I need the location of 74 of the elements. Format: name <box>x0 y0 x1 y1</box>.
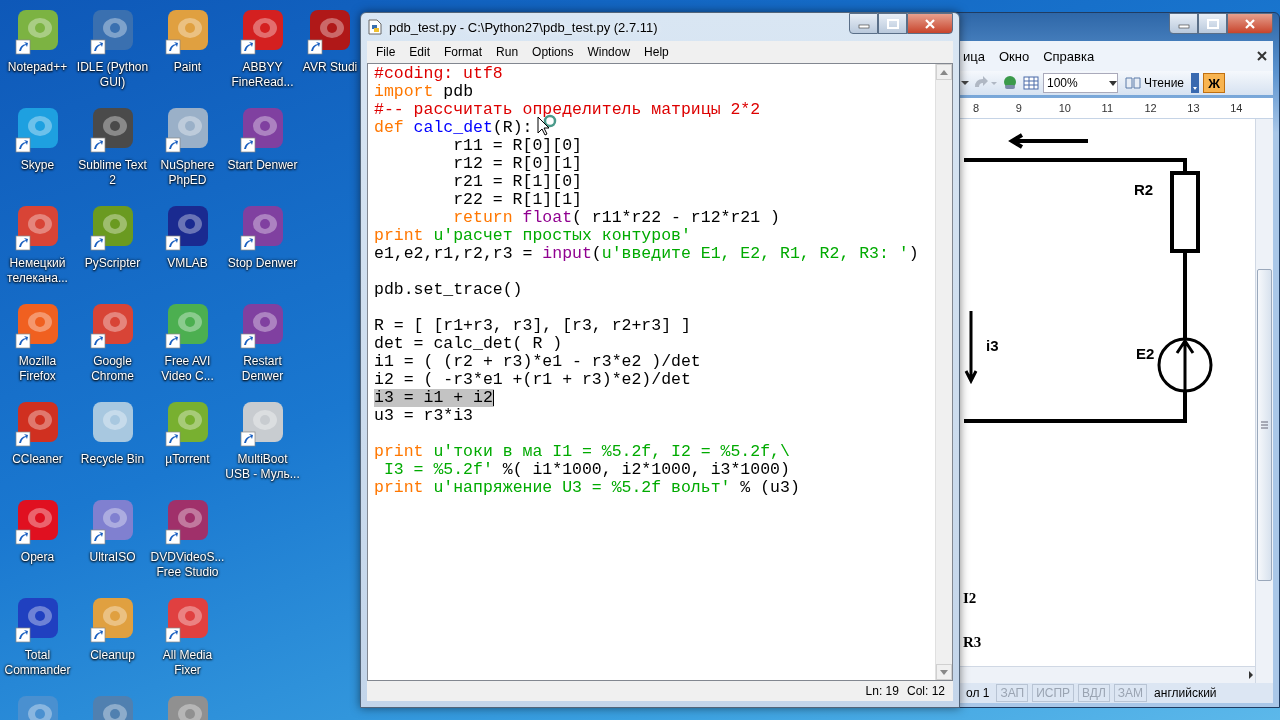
maximize-button[interactable] <box>1198 13 1227 34</box>
code-line: print u'расчет простых контуров' <box>374 227 691 245</box>
close-icon <box>1244 18 1256 29</box>
code-line: print u'напряжение U3 = %5.2f вольт' % (u3) <box>374 479 800 497</box>
diagram-label: R2 <box>1134 181 1154 198</box>
code-line: return float( r11*r22 - r12*r21 ) <box>452 209 780 227</box>
arrow-up-icon[interactable] <box>940 69 948 75</box>
bold-button[interactable]: Ж <box>1203 73 1226 93</box>
code-line: u3 = r3*i3 <box>374 407 474 425</box>
maximize-icon <box>886 18 899 29</box>
undo-dropdown-icon[interactable] <box>961 80 969 86</box>
status-item: ол 1 <box>965 685 991 701</box>
status-item: ЗАМ <box>1113 684 1148 702</box>
minimize-button[interactable] <box>849 13 878 34</box>
code-line: i2 = ( -r3*e1 +(r1 + r3)*e2)/det <box>374 371 691 389</box>
code-line: r12 = R[0][1] <box>452 155 582 173</box>
diagram-label: I2 <box>963 590 977 606</box>
code-line: i1 = ( (r2 + r3)*e1 - r3*e2 )/det <box>374 353 701 371</box>
vertical-scrollbar[interactable] <box>1255 119 1273 683</box>
reading-mode-button[interactable]: Чтение <box>1122 76 1188 90</box>
code-line: r11 = R[0][0] <box>452 137 582 155</box>
code-line: print u'токи в ма I1 = %5.2f, I2 = %5.2f,\ <box>374 443 790 461</box>
python-file-icon <box>367 19 383 35</box>
close-button[interactable] <box>907 13 953 34</box>
menu-item[interactable]: Справка <box>1043 48 1095 64</box>
menu-item[interactable]: File <box>369 43 403 61</box>
globe-link-icon[interactable] <box>1001 74 1019 92</box>
maximize-icon <box>1206 18 1219 29</box>
menu-item[interactable]: ица <box>963 48 985 64</box>
maximize-button[interactable] <box>878 13 907 34</box>
close-button[interactable] <box>1227 13 1273 34</box>
code-line: R = [ [r1+r3, r3], [r3, r2+r3] ] <box>374 317 691 335</box>
code-line: import pdb <box>374 83 474 101</box>
code-line: #-- рассчитать определитель матрицы 2*2 <box>374 101 761 119</box>
status-item: ВДЛ <box>1078 684 1110 702</box>
menu-item[interactable]: Options <box>525 43 581 61</box>
menu-item[interactable]: Help <box>637 43 676 61</box>
code-line: #coding: utf8 <box>374 65 503 83</box>
code-line: def calc_det(R): <box>374 119 533 137</box>
code-line: e1,e2,r1,r2,r3 = input(u'введите E1, E2, R1, R2, R3: ') <box>374 245 919 263</box>
diagram-label: i3 <box>986 337 999 354</box>
diagram-label: E2 <box>1136 345 1155 362</box>
line-number: Ln: 19 <box>865 684 899 698</box>
table-icon[interactable] <box>1023 75 1039 91</box>
close-icon[interactable] <box>1257 51 1267 61</box>
ruler: 8 9 10 11 12 13 14 <box>957 98 1273 119</box>
code-line: r22 = R[1][1] <box>452 191 582 209</box>
zoom-dropdown[interactable]: 100% <box>1043 73 1118 93</box>
scrollbar[interactable] <box>935 64 952 680</box>
code-line: det = calc_det( R ) <box>374 335 563 353</box>
toolbar-grip-icon[interactable] <box>1191 73 1200 93</box>
arrow-down-icon[interactable] <box>940 669 948 675</box>
code-line: pdb.set_trace() <box>374 281 523 299</box>
code-line: r21 = R[1][0] <box>452 173 582 191</box>
menu-item[interactable]: Format <box>437 43 490 61</box>
grip-icon <box>1261 421 1268 429</box>
code-line: I3 = %5.2f' %( i1*1000, i2*1000, i3*1000) <box>382 461 790 479</box>
caret-icon <box>1109 80 1117 86</box>
menu-item[interactable]: Edit <box>402 43 438 61</box>
close-icon <box>924 18 936 29</box>
status-item: ЗАП <box>996 684 1029 702</box>
scroll-thumb[interactable] <box>1257 269 1272 581</box>
menu-item[interactable]: Window <box>580 43 638 61</box>
column-number: Col: 12 <box>906 684 945 698</box>
arrow-right-icon[interactable] <box>1247 671 1255 679</box>
minimize-button[interactable] <box>1169 13 1198 34</box>
window-title: pdb_test.py - C:\Python27\pdb_test.py (2.7.11) <box>389 19 658 35</box>
status-item: ИСПР <box>1032 684 1075 702</box>
status-item: английский <box>1153 685 1218 701</box>
diagram-label: R3 <box>963 634 982 650</box>
book-icon <box>1125 76 1141 90</box>
horizontal-scrollbar[interactable] <box>957 666 1255 683</box>
menu-item[interactable]: Окно <box>998 48 1030 64</box>
menu-item[interactable]: Run <box>489 43 526 61</box>
